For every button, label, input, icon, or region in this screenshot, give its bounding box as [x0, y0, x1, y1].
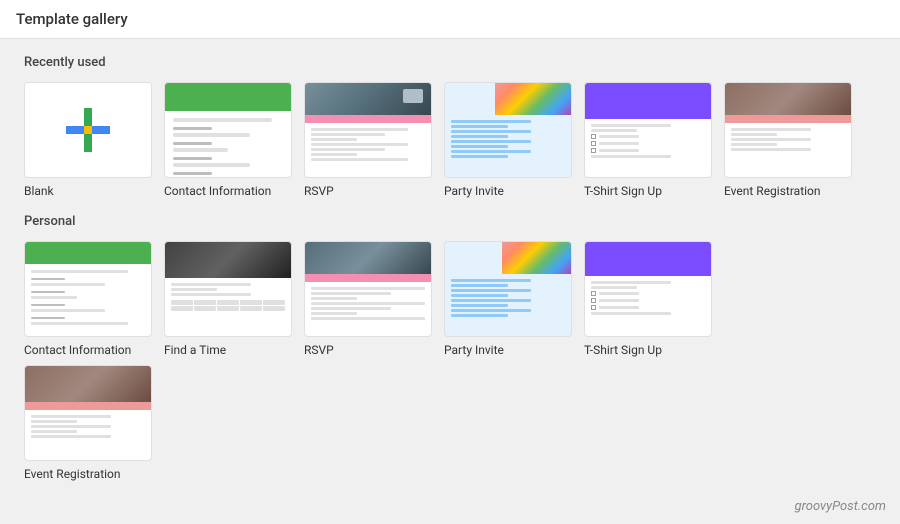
template-party2-thumb[interactable]: [444, 241, 572, 337]
template-contact-info-2[interactable]: Contact Information: [24, 241, 152, 357]
recently-used-row: Blank: [24, 82, 876, 198]
template-rsvp-2[interactable]: RSVP: [304, 241, 432, 357]
template-tshirt-thumb[interactable]: [584, 82, 712, 178]
template-rsvp[interactable]: RSVP: [304, 82, 432, 198]
template-findatime-thumb[interactable]: [164, 241, 292, 337]
template-tshirt2-thumb[interactable]: [584, 241, 712, 337]
template-party-thumb[interactable]: [444, 82, 572, 178]
template-rsvp2-label: RSVP: [304, 343, 334, 357]
template-findatime-label: Find a Time: [164, 343, 226, 357]
recently-used-label: Recently used: [24, 55, 876, 70]
template-contact-info-label: Contact Information: [164, 184, 271, 198]
contact-header-bar: [165, 83, 291, 111]
template-contact-thumb[interactable]: [164, 82, 292, 178]
template-party-invite-label: Party Invite: [444, 184, 504, 198]
template-tshirt-signup-2[interactable]: T-Shirt Sign Up: [584, 241, 712, 357]
template-rsvp-thumb[interactable]: [304, 82, 432, 178]
template-event2-label: Event Registration: [24, 467, 121, 481]
template-event-label: Event Registration: [724, 184, 821, 198]
watermark: groovyPost.com: [795, 499, 886, 514]
google-plus-icon: [66, 108, 110, 152]
header: Template gallery: [0, 0, 900, 39]
template-event-registration[interactable]: Event Registration: [724, 82, 852, 198]
template-rsvp-label: RSVP: [304, 184, 334, 198]
template-tshirt-label: T-Shirt Sign Up: [584, 184, 662, 198]
template-tshirt2-label: T-Shirt Sign Up: [584, 343, 662, 357]
template-party2-label: Party Invite: [444, 343, 504, 357]
template-contact2-label: Contact Information: [24, 343, 131, 357]
template-contact2-thumb[interactable]: [24, 241, 152, 337]
template-blank-label: Blank: [24, 184, 54, 198]
personal-row-2: Event Registration: [24, 365, 876, 481]
personal-row: Contact Information: [24, 241, 876, 357]
template-event-thumb[interactable]: [724, 82, 852, 178]
template-blank-thumb[interactable]: [24, 82, 152, 178]
template-tshirt-signup[interactable]: T-Shirt Sign Up: [584, 82, 712, 198]
page-title: Template gallery: [16, 10, 128, 28]
personal-label: Personal: [24, 214, 876, 229]
template-contact-info[interactable]: Contact Information: [164, 82, 292, 198]
template-event-registration-2[interactable]: Event Registration: [24, 365, 152, 481]
template-blank[interactable]: Blank: [24, 82, 152, 198]
page: Template gallery Recently used Blank: [0, 0, 900, 524]
template-find-a-time[interactable]: Find a Time: [164, 241, 292, 357]
template-event2-thumb[interactable]: [24, 365, 152, 461]
template-party-invite-2[interactable]: Party Invite: [444, 241, 572, 357]
template-rsvp2-thumb[interactable]: [304, 241, 432, 337]
content: Recently used Blank: [0, 39, 900, 505]
contact-body: [165, 111, 291, 178]
template-party-invite[interactable]: Party Invite: [444, 82, 572, 198]
